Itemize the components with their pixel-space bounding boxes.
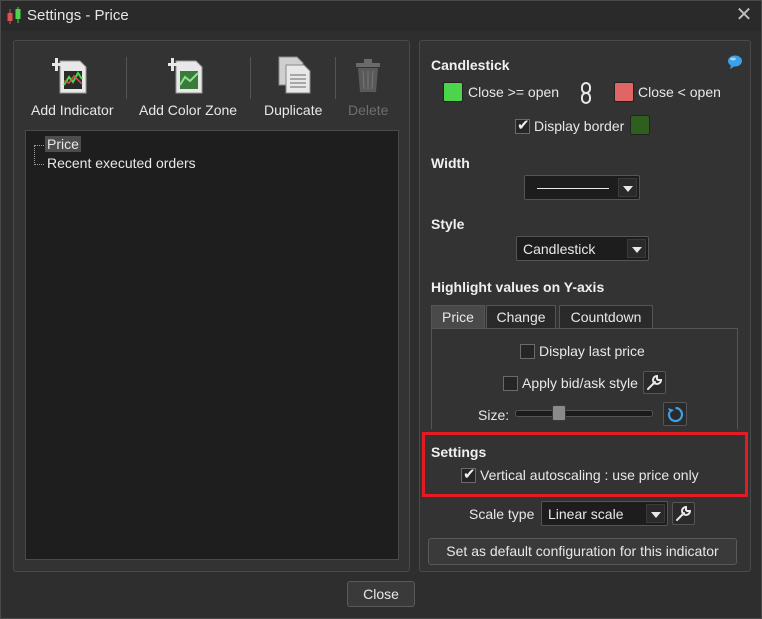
wrench-icon [647,374,663,390]
size-slider-thumb[interactable] [552,405,567,421]
tree-item-recent-orders[interactable]: Recent executed orders [45,155,198,171]
width-dropdown[interactable] [524,175,640,200]
settings-heading: Settings [431,444,487,460]
dropdown-arrow-icon [618,178,637,197]
indicator-tree: Price Recent executed orders [25,130,399,560]
indicator-list-panel: Add Indicator Add Color Zone Duplicate D… [13,40,410,572]
help-bubble-icon[interactable] [727,55,743,69]
width-heading: Width [431,155,470,171]
properties-panel: Candlestick Close >= open Close < open ✔… [419,40,751,572]
title-bar: Settings - Price ✕ [1,1,761,31]
border-color-swatch[interactable] [630,115,650,135]
candlestick-app-icon [7,7,21,24]
vertical-autoscaling-label: Vertical autoscaling : use price only [480,467,699,483]
tree-item-price[interactable]: Price [45,136,81,152]
checkmark-icon: ✔ [517,117,530,134]
add-indicator-icon [50,58,87,94]
toolbar-separator [335,57,336,99]
tab-price[interactable]: Price [431,305,485,329]
duplicate-button[interactable]: Duplicate [264,55,322,118]
duplicate-icon [278,56,311,94]
style-value: Candlestick [523,241,596,257]
display-border-label: Display border [534,118,625,134]
down-color-label: Close < open [638,84,721,100]
dropdown-arrow-icon [646,504,665,523]
reset-size-button[interactable] [663,402,687,426]
tab-countdown[interactable]: Countdown [559,305,653,329]
tab-change[interactable]: Change [486,305,556,329]
up-color-swatch[interactable] [443,82,463,102]
trash-icon [356,59,381,92]
apply-bid-ask-checkbox[interactable] [503,376,518,391]
scale-type-value: Linear scale [548,506,624,522]
bid-ask-settings-button[interactable] [643,371,666,394]
duplicate-label: Duplicate [264,102,323,118]
scale-type-label: Scale type [469,506,535,522]
refresh-icon [667,406,684,423]
settings-window: Settings - Price ✕ Add Indicator Add Col… [0,0,762,619]
delete-label: Delete [348,102,389,118]
wrench-icon [676,505,692,521]
add-color-zone-icon [166,58,203,94]
candlestick-heading: Candlestick [431,57,510,73]
window-close-icon[interactable]: ✕ [733,4,755,26]
dropdown-arrow-icon [627,239,646,258]
window-title: Settings - Price [27,7,129,24]
tree-connector [34,145,35,165]
apply-bid-ask-label: Apply bid/ask style [522,375,638,391]
add-indicator-button[interactable]: Add Indicator [31,55,114,118]
up-color-label: Close >= open [468,84,560,100]
display-border-checkbox[interactable]: ✔ [515,117,530,134]
link-chain-icon[interactable] [580,82,592,104]
down-color-swatch[interactable] [614,82,634,102]
style-heading: Style [431,216,465,232]
toolbar-separator [126,57,127,99]
size-label: Size: [478,407,510,423]
toolbar-separator [250,57,251,99]
display-last-price-checkbox[interactable] [520,344,535,359]
add-color-zone-label: Add Color Zone [139,102,238,118]
checkmark-icon: ✔ [463,466,476,483]
scale-type-dropdown[interactable]: Linear scale [541,501,668,526]
set-default-config-button[interactable]: Set as default configuration for this in… [428,538,737,565]
line-width-sample [537,188,609,189]
vertical-autoscaling-checkbox[interactable]: ✔ [461,466,476,483]
tree-connector [34,145,44,146]
add-color-zone-button[interactable]: Add Color Zone [139,55,237,118]
highlight-heading: Highlight values on Y-axis [431,279,605,295]
display-last-price-label: Display last price [539,343,645,359]
scale-settings-button[interactable] [672,502,695,525]
tree-connector [34,164,44,165]
style-dropdown[interactable]: Candlestick [516,236,649,261]
add-indicator-label: Add Indicator [31,102,114,118]
close-button[interactable]: Close [347,581,415,607]
delete-button[interactable]: Delete [348,55,388,118]
size-slider-track[interactable] [515,410,653,417]
